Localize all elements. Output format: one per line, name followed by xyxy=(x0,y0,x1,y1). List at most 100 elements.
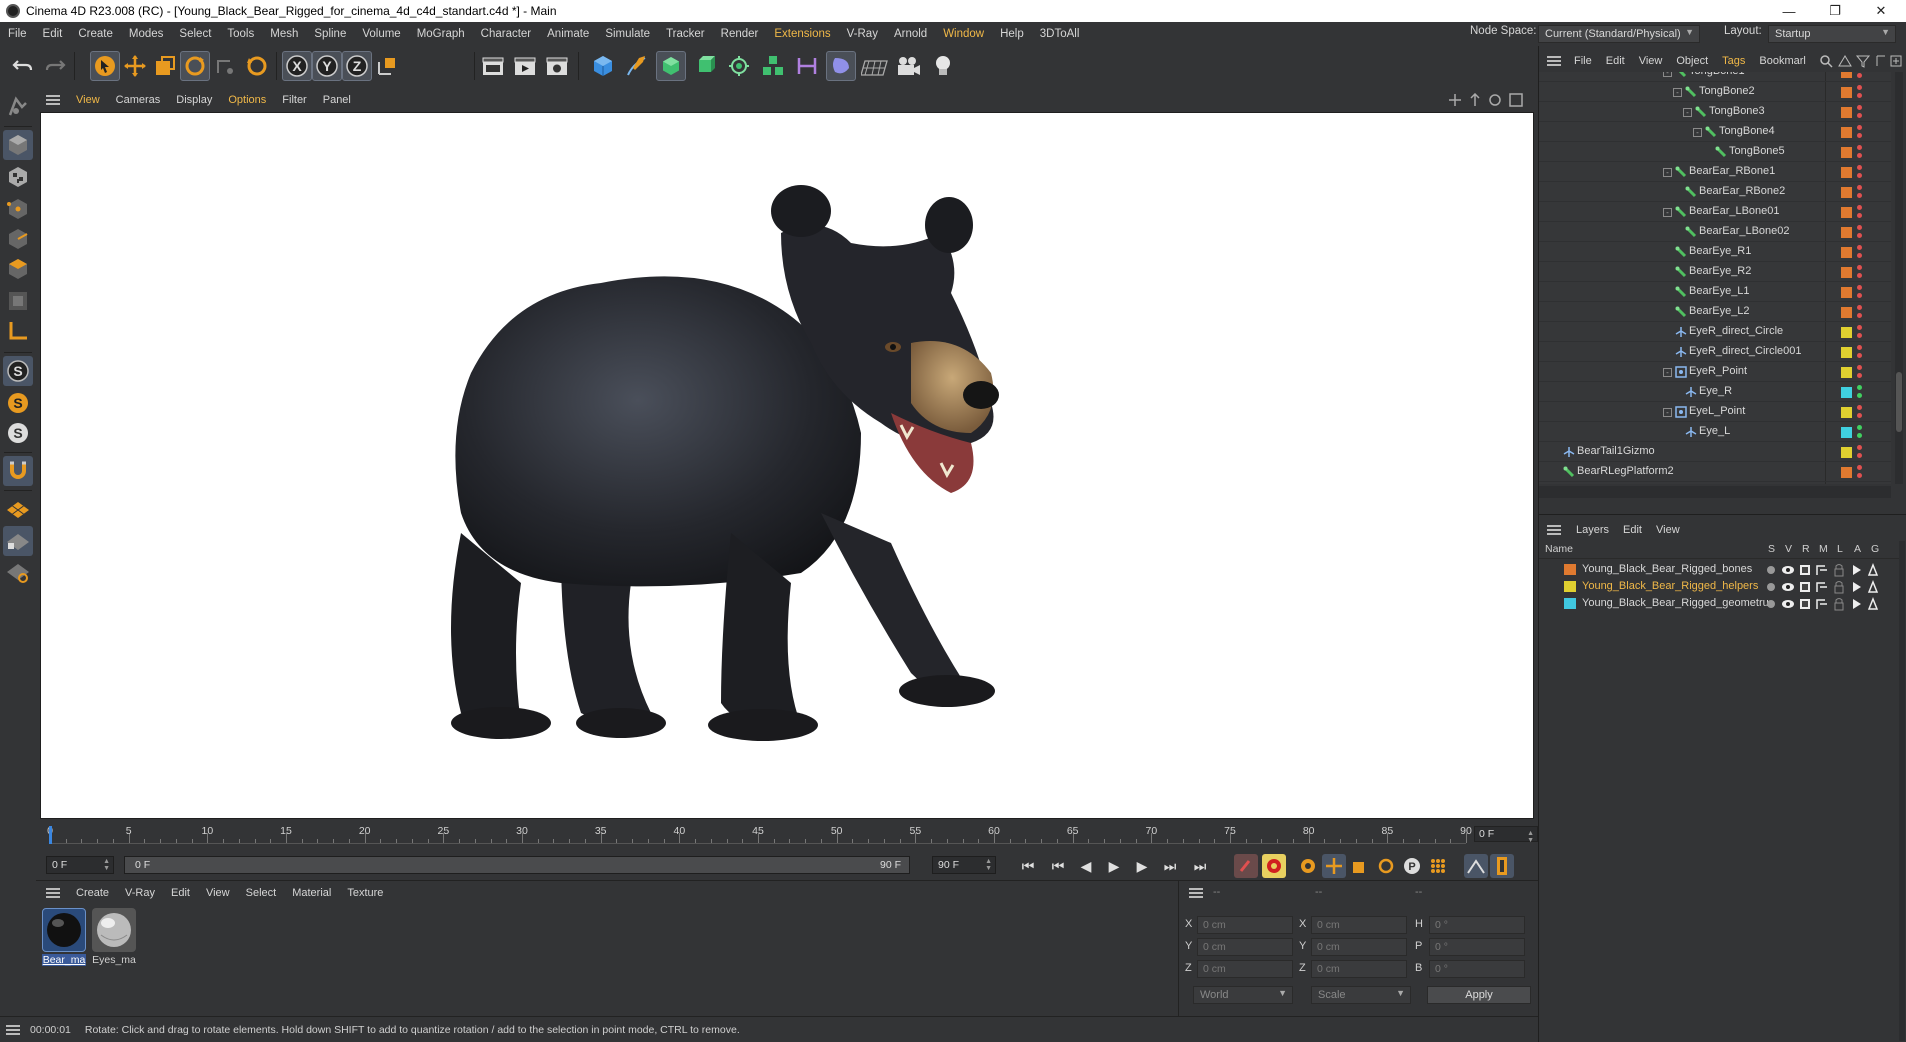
motion-system-button[interactable] xyxy=(1464,854,1488,878)
go-to-end-button[interactable]: ⏭ xyxy=(1188,855,1212,877)
hamburger-icon[interactable] xyxy=(46,95,60,105)
editor-visibility-dot[interactable] xyxy=(1857,305,1862,310)
object-menu-object[interactable]: Object xyxy=(1669,55,1715,67)
layer-color-tag[interactable] xyxy=(1841,427,1852,438)
undo-button[interactable] xyxy=(8,51,38,81)
layer-column-generators[interactable]: G xyxy=(1871,543,1879,555)
material-menu-material[interactable]: Material xyxy=(284,887,339,899)
layer-color-tag[interactable] xyxy=(1841,367,1852,378)
render-view-button[interactable] xyxy=(478,51,508,81)
material-menu-vray[interactable]: V-Ray xyxy=(117,887,163,899)
layer-column-locked[interactable]: L xyxy=(1837,543,1843,555)
next-key-button[interactable]: ⏭ xyxy=(1158,855,1182,877)
minimize-button[interactable]: — xyxy=(1766,0,1812,22)
floor-button[interactable] xyxy=(860,51,890,81)
layer-toggle-icons[interactable] xyxy=(1765,563,1883,577)
hamburger-icon[interactable] xyxy=(6,1024,20,1035)
menu-tracker[interactable]: Tracker xyxy=(658,28,713,40)
render-visibility-dot[interactable] xyxy=(1857,73,1862,78)
menu-spline[interactable]: Spline xyxy=(306,28,354,40)
render-visibility-dot[interactable] xyxy=(1857,113,1862,118)
hamburger-icon[interactable] xyxy=(1547,525,1561,535)
object-row[interactable]: - EyeR_Point xyxy=(1539,362,1891,382)
apply-button[interactable]: Apply xyxy=(1427,986,1531,1004)
editor-visibility-dot[interactable] xyxy=(1857,445,1862,450)
render-visibility-dot[interactable] xyxy=(1857,133,1862,138)
menu-simulate[interactable]: Simulate xyxy=(597,28,658,40)
start-frame-field[interactable]: 0 F ▲ ▼ xyxy=(46,856,114,874)
layer-color-tag[interactable] xyxy=(1841,72,1852,78)
object-row[interactable]: - BearEar_LBone01 xyxy=(1539,202,1891,222)
object-row[interactable]: - TongBone1 xyxy=(1539,72,1891,82)
render-visibility-dot[interactable] xyxy=(1857,393,1862,398)
editor-visibility-dot[interactable] xyxy=(1857,205,1862,210)
timeline-window-button[interactable] xyxy=(1490,854,1514,878)
render-visibility-dot[interactable] xyxy=(1857,193,1862,198)
render-visibility-dot[interactable] xyxy=(1857,373,1862,378)
object-row[interactable]: - TongBone2 xyxy=(1539,82,1891,102)
menu-render[interactable]: Render xyxy=(713,28,767,40)
viewport-menu-filter[interactable]: Filter xyxy=(274,94,314,106)
editor-visibility-dot[interactable] xyxy=(1857,185,1862,190)
layer-color-tag[interactable] xyxy=(1841,267,1852,278)
render-visibility-dot[interactable] xyxy=(1857,233,1862,238)
render-visibility-dot[interactable] xyxy=(1857,353,1862,358)
object-menu-bookmarks[interactable]: Bookmarl xyxy=(1752,55,1812,67)
end-frame-field[interactable]: 90 F ▲ ▼ xyxy=(932,856,996,874)
deformer-button[interactable] xyxy=(792,51,822,81)
editor-visibility-dot[interactable] xyxy=(1857,285,1862,290)
edges-mode-button[interactable] xyxy=(3,224,33,254)
locked-workplane-button[interactable] xyxy=(3,526,33,556)
rotation-p-field[interactable]: 0 ° xyxy=(1429,938,1525,956)
menu-window[interactable]: Window xyxy=(935,28,992,40)
layer-menu-view[interactable]: View xyxy=(1649,524,1687,536)
move-tool-button[interactable] xyxy=(120,51,150,81)
close-button[interactable]: ✕ xyxy=(1858,0,1904,22)
layer-color-tag[interactable] xyxy=(1841,407,1852,418)
layer-column-animation[interactable]: A xyxy=(1854,543,1861,555)
layer-row[interactable]: Young_Black_Bear_Rigged_geometru xyxy=(1539,595,1899,612)
viewport-navigation-icons[interactable] xyxy=(1448,93,1528,107)
tree-collapse-toggle[interactable]: - xyxy=(1673,88,1682,97)
go-to-start-button[interactable]: ⏮ xyxy=(1016,855,1040,877)
menu-modes[interactable]: Modes xyxy=(121,28,172,40)
subdivision-button[interactable] xyxy=(656,51,686,81)
menu-arnold[interactable]: Arnold xyxy=(886,28,935,40)
layer-color-tag[interactable] xyxy=(1841,187,1852,198)
object-row[interactable]: EyeR_direct_Circle xyxy=(1539,322,1891,342)
object-row[interactable]: BearEye_L2 xyxy=(1539,302,1891,322)
editor-visibility-dot[interactable] xyxy=(1857,265,1862,270)
next-frame-button[interactable]: ▶ xyxy=(1130,855,1154,877)
previous-frame-button[interactable]: ◀ xyxy=(1074,855,1098,877)
editor-visibility-dot[interactable] xyxy=(1857,105,1862,110)
layer-color-tag[interactable] xyxy=(1841,127,1852,138)
menu-animate[interactable]: Animate xyxy=(539,28,597,40)
editor-visibility-dot[interactable] xyxy=(1857,125,1862,130)
menu-help[interactable]: Help xyxy=(992,28,1032,40)
coordinate-system-button[interactable] xyxy=(372,51,402,81)
viewport-menu-display[interactable]: Display xyxy=(168,94,220,106)
layer-column-visible[interactable]: V xyxy=(1785,543,1792,555)
3d-viewport[interactable] xyxy=(40,112,1534,819)
editor-visibility-dot[interactable] xyxy=(1857,385,1862,390)
menu-file[interactable]: File xyxy=(0,28,35,40)
object-row[interactable]: - BearEar_RBone1 xyxy=(1539,162,1891,182)
layer-toggle-icons[interactable] xyxy=(1765,580,1883,594)
object-row[interactable]: - EyeL_Point xyxy=(1539,402,1891,422)
render-visibility-dot[interactable] xyxy=(1857,433,1862,438)
object-list[interactable]: - TongBone1 - TongBone2 - TongBone3 - TongBone4… xyxy=(1539,72,1891,484)
texture-mode-button[interactable] xyxy=(3,162,33,192)
z-axis-button[interactable]: Z xyxy=(342,51,372,81)
editor-visibility-dot[interactable] xyxy=(1857,425,1862,430)
layer-color-tag[interactable] xyxy=(1841,147,1852,158)
editor-visibility-dot[interactable] xyxy=(1857,165,1862,170)
record-keys-button[interactable] xyxy=(1234,854,1258,878)
x-axis-button[interactable]: X xyxy=(282,51,312,81)
object-menu-edit[interactable]: Edit xyxy=(1599,55,1632,67)
layer-menu-layers[interactable]: Layers xyxy=(1569,524,1616,536)
menu-character[interactable]: Character xyxy=(473,28,540,40)
object-row[interactable]: BearRLegPlatform2 xyxy=(1539,462,1891,482)
object-manager-search-icons[interactable] xyxy=(1819,54,1903,68)
render-visibility-dot[interactable] xyxy=(1857,93,1862,98)
layer-color-chip[interactable] xyxy=(1564,598,1576,609)
